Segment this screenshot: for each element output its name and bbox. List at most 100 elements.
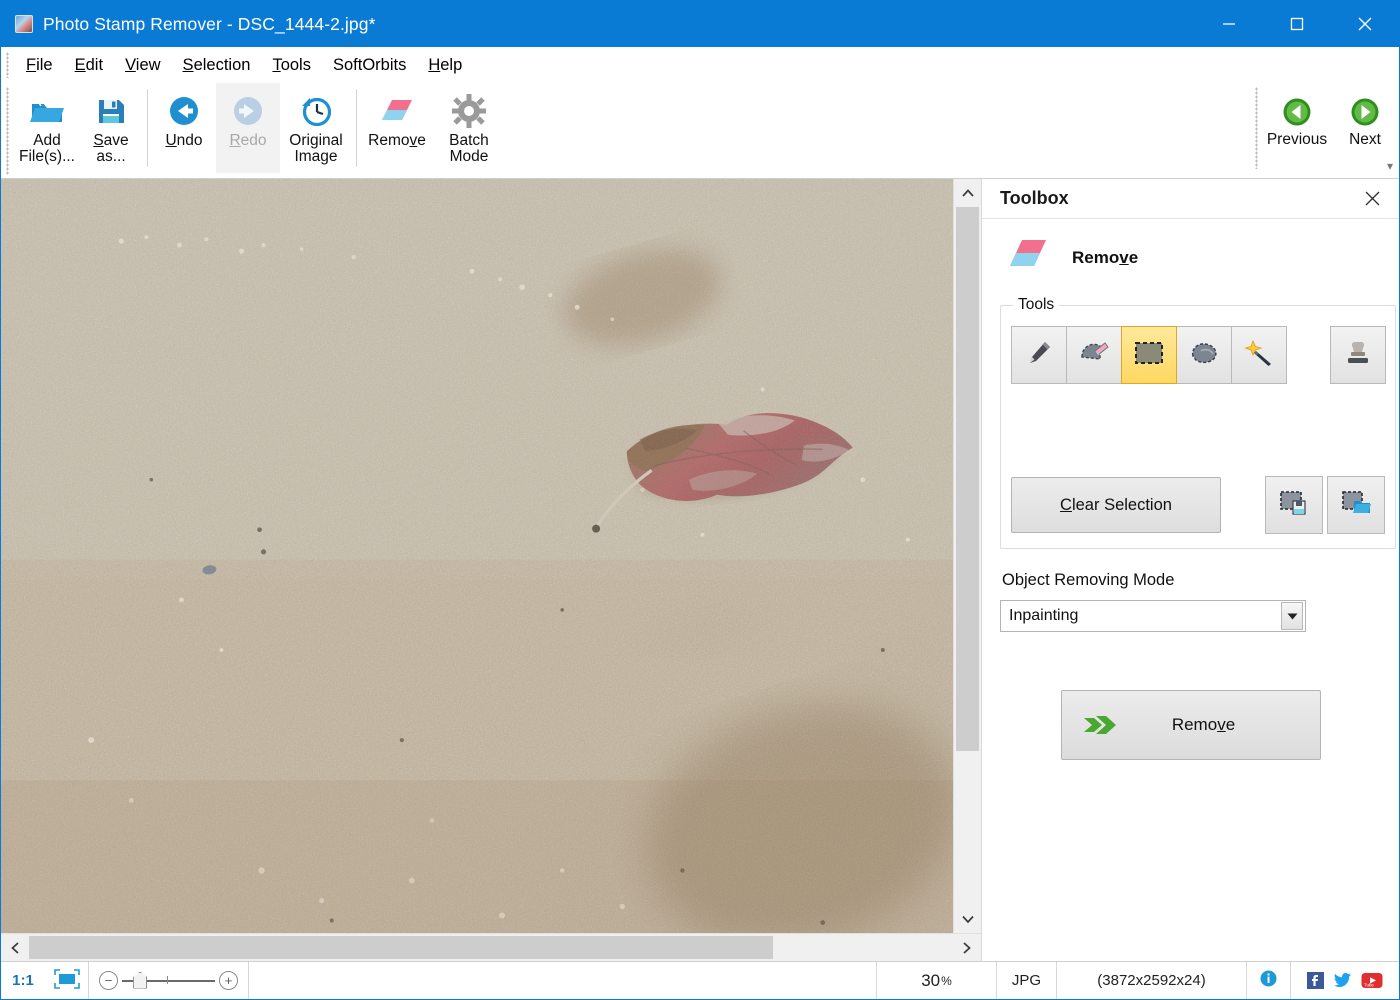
chevron-down-icon[interactable] — [1281, 602, 1303, 630]
toolbar-save-as-button[interactable]: SSaveaveas... — [79, 83, 143, 173]
horizontal-scroll-track[interactable] — [29, 934, 953, 961]
fit-to-screen-icon — [53, 968, 80, 993]
remove-action-wrap: Remove — [1000, 690, 1381, 760]
magic-wand-icon — [1244, 339, 1274, 372]
beach-sand-photo — [1, 179, 953, 933]
fit-to-screen-button[interactable] — [45, 962, 89, 999]
canvas-vertical-scrollbar[interactable] — [953, 179, 981, 933]
maximize-button[interactable] — [1263, 1, 1331, 47]
info-icon — [1260, 970, 1277, 991]
load-selection-button[interactable] — [1327, 476, 1385, 534]
zoom-slider[interactable]: − + — [99, 971, 238, 990]
info-button[interactable] — [1247, 962, 1291, 999]
eraser-selection-icon — [1079, 339, 1109, 372]
selection-actions-row: Clear Selection — [1011, 476, 1385, 534]
menu-file[interactable]: File — [15, 53, 64, 78]
toolbox-title: Toolbox — [1000, 188, 1069, 208]
green-left-arrow-icon — [1282, 93, 1312, 131]
toolbar-original-image-button[interactable]: Original Image — [280, 83, 352, 173]
svg-text:Tube: Tube — [1364, 983, 1374, 988]
toolbar-previous-button[interactable]: Previous — [1263, 83, 1331, 149]
toolbox-close-icon[interactable] — [1359, 186, 1385, 212]
menu-softorbits[interactable]: SoftOrbits — [322, 53, 417, 78]
scroll-left-button[interactable] — [1, 934, 29, 961]
horizontal-scroll-thumb[interactable] — [29, 936, 773, 959]
menu-view[interactable]: View — [114, 53, 171, 78]
scroll-down-button[interactable] — [954, 905, 981, 933]
marker-tool-button[interactable] — [1011, 326, 1067, 384]
save-selection-icon — [1279, 490, 1309, 521]
undo-arrow-icon — [167, 91, 201, 131]
toolbox-mode-label: Remove — [1072, 247, 1139, 267]
main-body: Toolbox Remove Tools Clear Selection Obj… — [1, 179, 1399, 961]
toolbar-add-files-label: Add File(s)... — [19, 132, 75, 166]
zoom-percent-symbol: % — [941, 973, 952, 988]
eraser-tool-button[interactable] — [1066, 326, 1122, 384]
remove-action-button[interactable]: Remove — [1060, 690, 1321, 760]
youtube-icon[interactable]: Tube — [1361, 972, 1383, 989]
menu-bar: File Edit View Selection Tools SoftOrbit… — [1, 47, 1399, 83]
zoom-in-button[interactable]: + — [219, 971, 238, 990]
lasso-select-tool-button[interactable] — [1176, 326, 1232, 384]
toolbar-overflow-button[interactable]: ▾ — [1387, 159, 1393, 173]
scroll-up-button[interactable] — [954, 179, 981, 207]
close-button[interactable] — [1331, 1, 1399, 47]
toolbar-remove-button[interactable]: Remove — [361, 83, 433, 173]
menu-selection[interactable]: Selection — [172, 53, 262, 78]
app-icon — [15, 15, 33, 33]
canvas-row — [1, 179, 981, 933]
window-controls — [1195, 1, 1399, 47]
rectangle-select-tool-button[interactable] — [1121, 326, 1177, 384]
image-canvas[interactable] — [1, 179, 953, 933]
save-selection-button[interactable] — [1265, 476, 1323, 534]
toolbar-add-files-button[interactable]: Add File(s)... — [15, 83, 79, 173]
magic-wand-tool-button[interactable] — [1231, 326, 1287, 384]
toolbar-batch-mode-label: Batch Mode — [449, 132, 489, 166]
toolbar-redo-button[interactable]: Redo — [216, 83, 280, 173]
minimize-button[interactable] — [1195, 1, 1263, 47]
clock-history-icon — [299, 91, 333, 131]
menu-tools[interactable]: Tools — [261, 53, 322, 78]
zoom-percent-number: 30 — [921, 970, 941, 990]
stamp-icon — [1344, 339, 1372, 372]
facebook-icon[interactable] — [1307, 972, 1324, 989]
toolbar-original-image-label: Original Image — [289, 132, 343, 166]
green-right-arrow-icon — [1350, 93, 1380, 131]
gear-icon — [452, 91, 486, 131]
toolbar-batch-mode-button[interactable]: Batch Mode — [433, 83, 505, 173]
toolbar-nav-group: Previous Next — [1251, 83, 1399, 169]
vertical-scroll-thumb[interactable] — [956, 207, 979, 752]
object-removing-mode-label: Object Removing Mode — [1002, 571, 1175, 589]
menu-edit[interactable]: Edit — [64, 53, 114, 78]
floppy-disk-icon — [95, 91, 127, 131]
eraser-icon — [378, 91, 416, 131]
pencil-icon — [1025, 339, 1053, 372]
scroll-right-button[interactable] — [953, 934, 981, 961]
toolbar-undo-button[interactable]: Undo — [152, 83, 216, 173]
toolbox-header: Toolbox — [982, 179, 1399, 219]
zoom-ratio-label: 1:1 — [12, 972, 34, 989]
clone-stamp-tool-button[interactable] — [1330, 326, 1386, 384]
toolbox-panel: Toolbox Remove Tools Clear Selection Obj… — [981, 179, 1399, 961]
clear-selection-button[interactable]: Clear Selection — [1011, 477, 1221, 533]
zoom-slider-handle[interactable] — [133, 971, 148, 989]
zoom-slider-tick — [166, 975, 169, 984]
tools-row — [1011, 326, 1386, 384]
object-removing-mode-select[interactable]: Inpainting — [1000, 600, 1306, 632]
zoom-out-button[interactable]: − — [99, 971, 118, 990]
toolbox-body: Remove Tools Clear Selection Object Remo… — [982, 219, 1399, 961]
zoom-slider-track[interactable] — [122, 971, 215, 989]
toolbar-previous-label: Previous — [1266, 131, 1328, 148]
lasso-icon — [1189, 340, 1219, 371]
canvas-horizontal-scrollbar[interactable] — [1, 933, 981, 961]
toolbar-separator-2 — [356, 89, 357, 167]
toolbar-next-button[interactable]: Next — [1331, 83, 1399, 149]
zoom-slider-cell[interactable]: − + — [89, 962, 249, 999]
twitter-icon[interactable] — [1333, 972, 1352, 989]
toolbar-remove-label: Remove — [368, 132, 426, 149]
file-format-display: JPG — [997, 962, 1057, 999]
vertical-scroll-track[interactable] — [954, 207, 981, 905]
toolbar-undo-label: Undo — [165, 132, 203, 149]
open-folder-icon — [28, 91, 66, 131]
menu-help[interactable]: Help — [417, 53, 473, 78]
